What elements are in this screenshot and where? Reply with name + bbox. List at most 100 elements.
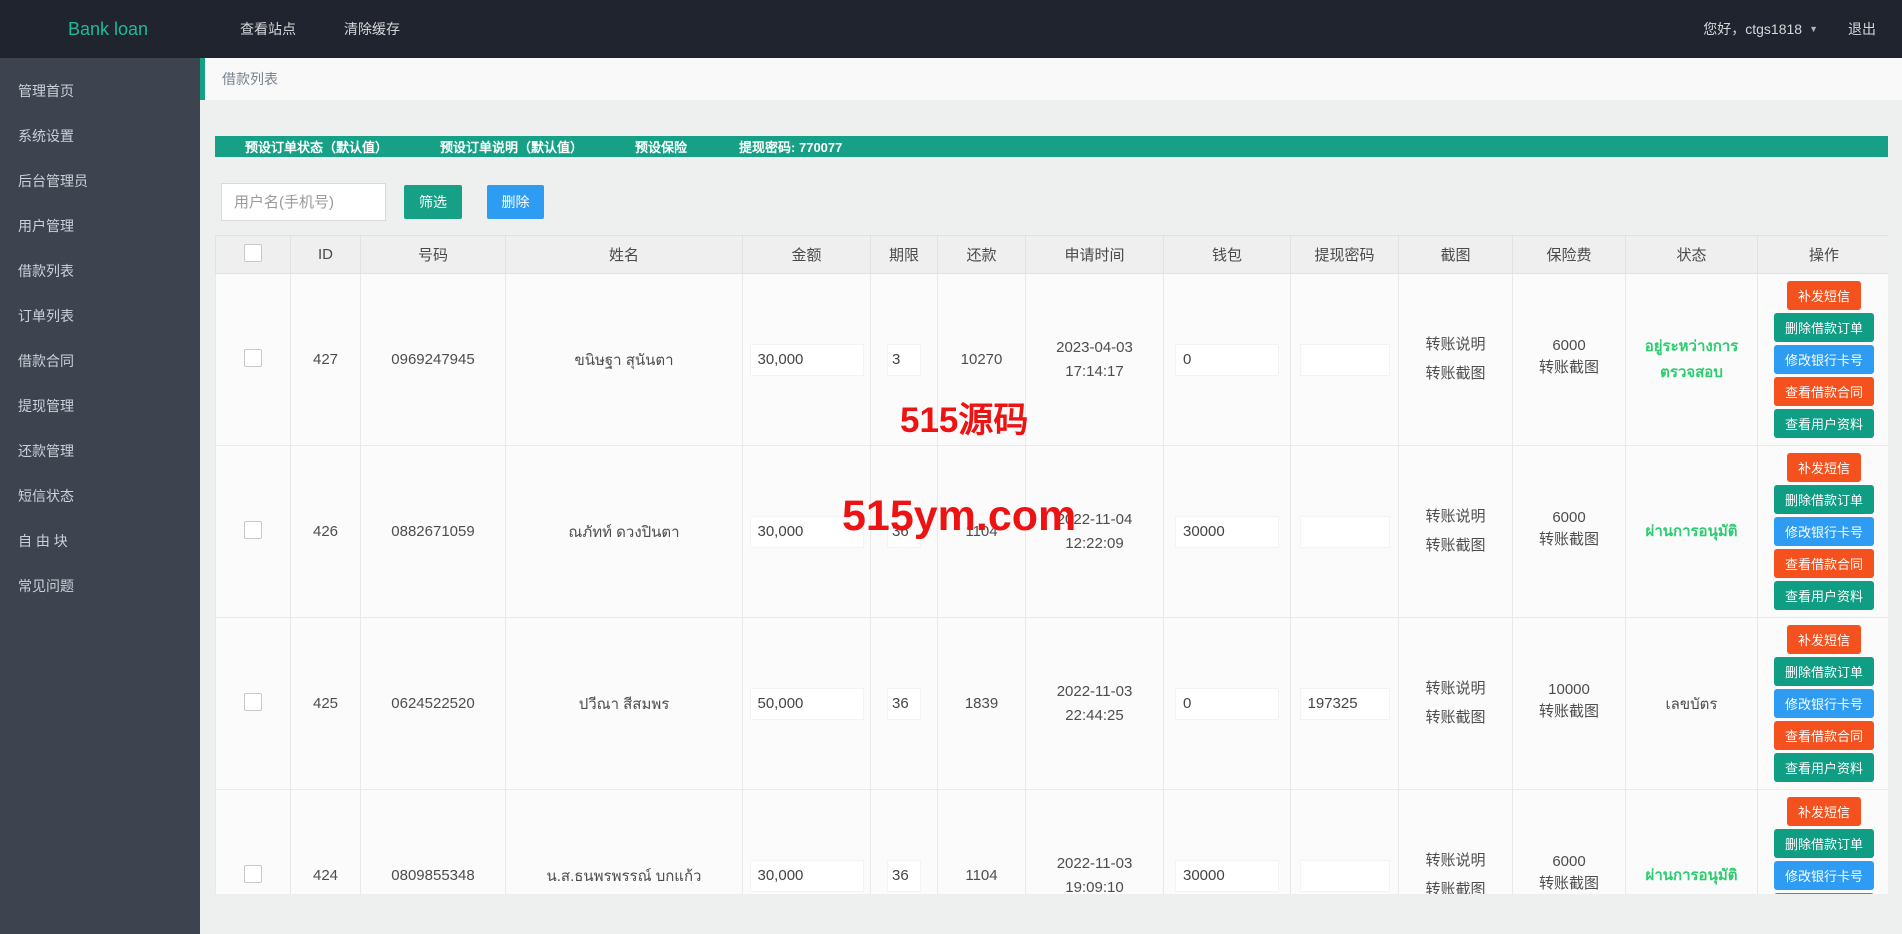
delete-button[interactable]: 删除: [487, 185, 544, 219]
amount-input[interactable]: [751, 345, 863, 375]
term-input[interactable]: [888, 345, 920, 375]
withdraw-password-input[interactable]: [1301, 689, 1389, 719]
view-user-profile-button[interactable]: 查看用户资料: [1774, 753, 1874, 782]
cell-phone: 0882671059: [361, 446, 506, 618]
col-header-repay: 还款: [938, 236, 1026, 274]
wallet-input[interactable]: [1176, 345, 1278, 375]
amount-input[interactable]: [751, 517, 863, 547]
app-logo[interactable]: Bank loan: [68, 19, 178, 40]
insurance-screenshot-link[interactable]: 转账截图: [1517, 870, 1621, 894]
transfer-screenshot-link[interactable]: 转账截图: [1403, 704, 1508, 733]
cell-repay: 1104: [938, 446, 1026, 618]
row-checkbox[interactable]: [244, 521, 262, 539]
user-menu[interactable]: 您好，ctgs1818 ▼: [1703, 19, 1818, 39]
breadcrumb-bar: 借款列表: [200, 58, 1902, 100]
resend-sms-button[interactable]: 补发短信: [1787, 453, 1861, 482]
term-input[interactable]: [888, 689, 920, 719]
filter-button[interactable]: 筛选: [404, 185, 462, 219]
view-loan-contract-button[interactable]: 查看借款合同: [1774, 893, 1874, 894]
edit-bank-card-button[interactable]: 修改银行卡号: [1774, 861, 1874, 890]
cell-name: ขนิษฐา สุนันตา: [506, 274, 743, 446]
cell-actions: 补发短信删除借款订单修改银行卡号查看借款合同查看用户资料: [1758, 618, 1889, 790]
preset-order-desc-link[interactable]: 预设订单说明（默认值）: [440, 137, 583, 156]
status-badge: เลขบัตร: [1666, 696, 1718, 713]
search-input[interactable]: [221, 183, 386, 221]
transfer-note-link[interactable]: 转账说明: [1403, 847, 1508, 876]
transfer-note-link[interactable]: 转账说明: [1403, 503, 1508, 532]
sidebar-item-free-block[interactable]: 自 由 块: [0, 518, 200, 563]
edit-bank-card-button[interactable]: 修改银行卡号: [1774, 345, 1874, 374]
sidebar-item-repayment-management[interactable]: 还款管理: [0, 428, 200, 473]
cell-apply-time: 2022-11-0319:09:10: [1026, 790, 1164, 895]
cell-repay: 10270: [938, 274, 1026, 446]
sidebar-item-loan-list[interactable]: 借款列表: [0, 248, 200, 293]
view-loan-contract-button[interactable]: 查看借款合同: [1774, 377, 1874, 406]
delete-loan-order-button[interactable]: 删除借款订单: [1774, 485, 1874, 514]
edit-bank-card-button[interactable]: 修改银行卡号: [1774, 517, 1874, 546]
table-row: 4240809855348น.ส.ธนพรพรรณ์ บกแก้ว1104202…: [216, 790, 1889, 895]
withdraw-password-link[interactable]: 提现密码: 770077: [739, 137, 842, 156]
main-content: 借款列表 预设订单状态（默认值） 预设订单说明（默认值） 预设保险 提现密码: …: [200, 58, 1902, 934]
cell-screenshot: 转账说明转账截图: [1399, 790, 1513, 895]
topbar: Bank loan 查看站点 清除缓存 您好，ctgs1818 ▼ 退出: [0, 0, 1902, 58]
cell-phone: 0969247945: [361, 274, 506, 446]
term-input[interactable]: [888, 517, 920, 547]
view-loan-contract-button[interactable]: 查看借款合同: [1774, 721, 1874, 750]
sidebar-item-faq[interactable]: 常见问题: [0, 563, 200, 608]
nav-view-site[interactable]: 查看站点: [240, 19, 296, 39]
transfer-note-link[interactable]: 转账说明: [1403, 675, 1508, 704]
sidebar-item-sms-status[interactable]: 短信状态: [0, 473, 200, 518]
wallet-input[interactable]: [1176, 517, 1278, 547]
sidebar-item-loan-contract[interactable]: 借款合同: [0, 338, 200, 383]
sidebar-item-order-list[interactable]: 订单列表: [0, 293, 200, 338]
resend-sms-button[interactable]: 补发短信: [1787, 625, 1861, 654]
wallet-input[interactable]: [1176, 689, 1278, 719]
preset-order-status-link[interactable]: 预设订单状态（默认值）: [245, 137, 388, 156]
insurance-screenshot-link[interactable]: 转账截图: [1517, 698, 1621, 727]
table-row: 4260882671059ณภัทท์ ดวงปินตา11042022-11-…: [216, 446, 1889, 618]
row-checkbox[interactable]: [244, 693, 262, 711]
view-user-profile-button[interactable]: 查看用户资料: [1774, 581, 1874, 610]
delete-loan-order-button[interactable]: 删除借款订单: [1774, 657, 1874, 686]
sidebar-item-system-settings[interactable]: 系统设置: [0, 113, 200, 158]
view-loan-contract-button[interactable]: 查看借款合同: [1774, 549, 1874, 578]
sidebar-item-dashboard[interactable]: 管理首页: [0, 68, 200, 113]
resend-sms-button[interactable]: 补发短信: [1787, 797, 1861, 826]
sidebar-item-withdraw-management[interactable]: 提现管理: [0, 383, 200, 428]
loan-table: ID 号码 姓名 金额 期限 还款 申请时间 钱包 提现密码 截图 保险费 状态: [215, 235, 1888, 894]
row-checkbox[interactable]: [244, 865, 262, 883]
delete-loan-order-button[interactable]: 删除借款订单: [1774, 829, 1874, 858]
cell-phone: 0809855348: [361, 790, 506, 895]
insurance-screenshot-link[interactable]: 转账截图: [1517, 354, 1621, 383]
transfer-screenshot-link[interactable]: 转账截图: [1403, 360, 1508, 389]
term-input[interactable]: [888, 861, 920, 891]
logout-link[interactable]: 退出: [1848, 19, 1876, 39]
col-header-screenshot: 截图: [1399, 236, 1513, 274]
status-badge: ผ่านการอนุมัติ: [1646, 867, 1738, 884]
topbar-nav: 查看站点 清除缓存: [240, 19, 400, 39]
sidebar-item-admins[interactable]: 后台管理员: [0, 158, 200, 203]
sidebar-item-user-management[interactable]: 用户管理: [0, 203, 200, 248]
withdraw-password-input[interactable]: [1301, 517, 1389, 547]
transfer-screenshot-link[interactable]: 转账截图: [1403, 532, 1508, 561]
delete-loan-order-button[interactable]: 删除借款订单: [1774, 313, 1874, 342]
cell-id: 424: [291, 790, 361, 895]
transfer-screenshot-link[interactable]: 转账截图: [1403, 876, 1508, 895]
transfer-note-link[interactable]: 转账说明: [1403, 331, 1508, 360]
resend-sms-button[interactable]: 补发短信: [1787, 281, 1861, 310]
withdraw-password-input[interactable]: [1301, 861, 1389, 891]
preset-insurance-link[interactable]: 预设保险: [635, 137, 687, 156]
select-all-checkbox[interactable]: [244, 244, 262, 262]
edit-bank-card-button[interactable]: 修改银行卡号: [1774, 689, 1874, 718]
wallet-input[interactable]: [1176, 861, 1278, 891]
insurance-screenshot-link[interactable]: 转账截图: [1517, 526, 1621, 555]
amount-input[interactable]: [751, 861, 863, 891]
withdraw-password-input[interactable]: [1301, 345, 1389, 375]
amount-input[interactable]: [751, 689, 863, 719]
cell-name: น.ส.ธนพรพรรณ์ บกแก้ว: [506, 790, 743, 895]
view-user-profile-button[interactable]: 查看用户资料: [1774, 409, 1874, 438]
accent-strip: [200, 58, 205, 100]
nav-clear-cache[interactable]: 清除缓存: [344, 19, 400, 39]
cell-apply-time: 2023-04-0317:14:17: [1026, 274, 1164, 446]
row-checkbox[interactable]: [244, 349, 262, 367]
